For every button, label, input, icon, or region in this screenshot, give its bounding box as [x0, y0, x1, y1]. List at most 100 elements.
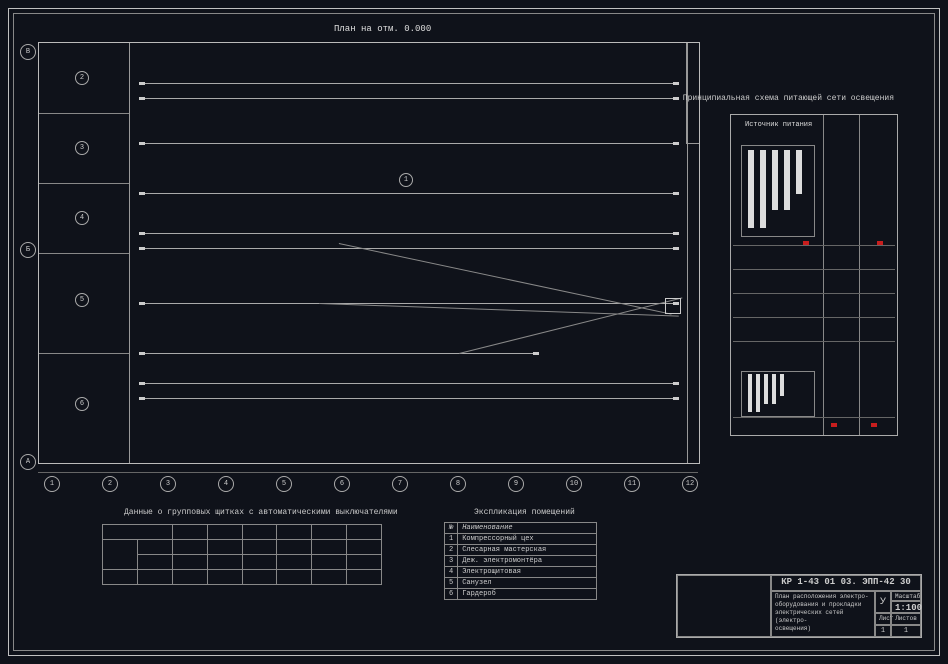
room-no: 6: [445, 589, 458, 600]
floor-plan: 2 3 4 5 6 1: [38, 42, 700, 464]
room-no: 4: [445, 567, 458, 578]
dimension-line: [38, 472, 698, 473]
riser: [772, 374, 776, 404]
scheme-spec-row: [733, 269, 895, 294]
grid-bubble: 7: [392, 476, 408, 492]
rooms-head-no: №: [445, 523, 458, 534]
sheet-label: Лист: [875, 613, 891, 625]
desc-line: План расположения электро-: [775, 593, 869, 600]
grid-numbers-row: 1 2 3 4 5 6 7 8 9 10 11 12: [38, 466, 698, 496]
room-label: 3: [75, 141, 89, 155]
room-no: 5: [445, 578, 458, 589]
scheme-source-label: Источник питания: [745, 121, 812, 129]
rooms-head-name: Наименование: [458, 523, 597, 534]
riser: [780, 374, 784, 396]
feeder-line: [459, 297, 682, 354]
room-name: Слесарная мастерская: [458, 545, 597, 556]
riser: [756, 374, 760, 412]
room-block: 3: [39, 113, 129, 184]
scheme-spec-row: [733, 317, 895, 342]
sheets-no: 1: [891, 625, 921, 637]
grid-bubble: В: [20, 44, 36, 60]
desc-line: освещения): [775, 625, 811, 632]
fault-indicator-icon: [831, 423, 837, 427]
lighting-circuit: [139, 383, 679, 384]
scale-label: Масштаб: [891, 591, 921, 601]
lighting-circuit: [139, 233, 679, 234]
drawing-frame-outer: План на отм. 0.000 2 3 4 5 6: [8, 8, 940, 656]
lighting-circuit: [139, 398, 679, 399]
lighting-panel: [665, 298, 681, 314]
room-name: Санузел: [458, 578, 597, 589]
aux-rooms: 2 3 4 5 6: [39, 43, 130, 463]
riser: [748, 374, 752, 412]
grid-bubble: 1: [44, 476, 60, 492]
room-label-main: 1: [399, 173, 413, 187]
room-block: 4: [39, 183, 129, 254]
grid-bubble: 11: [624, 476, 640, 492]
lighting-circuit: [139, 303, 679, 304]
riser: [748, 150, 754, 228]
room-name: Деж. электромонтёра: [458, 556, 597, 567]
drawing-description: План расположения электро- оборудования …: [771, 591, 875, 637]
room-name: Компрессорный цех: [458, 534, 597, 545]
room-label: 5: [75, 293, 89, 307]
riser: [796, 150, 802, 194]
room-name: Гардероб: [458, 589, 597, 600]
room-no: 2: [445, 545, 458, 556]
scale-value: 1:100: [891, 601, 921, 613]
desc-line: электрических сетей (электро-: [775, 609, 843, 624]
drawing-frame-inner: План на отм. 0.000 2 3 4 5 6: [13, 13, 935, 651]
rooms-table: № Наименование 1Компрессорный цех 2Слеса…: [444, 522, 597, 600]
room-block: 5: [39, 253, 129, 354]
table-row: 3Деж. электромонтёра: [445, 556, 597, 567]
lighting-circuit: [139, 83, 679, 84]
feeder-line: [319, 303, 679, 317]
scheme-block: [741, 371, 815, 417]
table-row: 1Компрессорный цех: [445, 534, 597, 545]
plan-title: План на отм. 0.000: [334, 24, 431, 34]
riser: [760, 150, 766, 228]
drawing-code: КР 1-43 01 03. ЭПП-42 30: [771, 575, 921, 591]
room-label: 4: [75, 211, 89, 225]
scheme-spec-row: [733, 245, 895, 270]
room-label: 2: [75, 71, 89, 85]
shield-table: [102, 524, 382, 585]
room-no: 1: [445, 534, 458, 545]
lighting-circuit: [139, 143, 679, 144]
grid-bubble: 9: [508, 476, 524, 492]
title-block: КР 1-43 01 03. ЭПП-42 30 План расположен…: [676, 574, 922, 638]
desc-line: оборудования и прокладки: [775, 601, 861, 608]
table-row: 5Санузел: [445, 578, 597, 589]
lighting-circuit: [139, 98, 679, 99]
grid-bubble: А: [20, 454, 36, 470]
fault-indicator-icon: [871, 423, 877, 427]
rooms-table-title: Экспликация помещений: [474, 508, 575, 517]
riser: [784, 150, 790, 210]
scheme-spec-row: [733, 293, 895, 318]
grid-bubble: 6: [334, 476, 350, 492]
grid-bubble: 5: [276, 476, 292, 492]
scheme-spec-row: [733, 341, 895, 366]
lighting-circuit: [139, 193, 679, 194]
room-no: 3: [445, 556, 458, 567]
table-row: 2Слесарная мастерская: [445, 545, 597, 556]
table-row: 4Электрощитовая: [445, 567, 597, 578]
sheets-label: Листов: [891, 613, 921, 625]
scheme-block: [741, 145, 815, 237]
grid-bubble: 4: [218, 476, 234, 492]
room-label: 6: [75, 397, 89, 411]
lighting-circuit: [139, 353, 539, 354]
grid-bubble: Б: [20, 242, 36, 258]
grid-bubble: 12: [682, 476, 698, 492]
room-block: 2: [39, 43, 129, 114]
signatures-area: [677, 575, 771, 637]
lighting-circuit: [139, 248, 679, 249]
lighting-scheme: Источник питания: [730, 114, 898, 436]
riser: [764, 374, 768, 404]
letter: У: [875, 591, 891, 613]
sheet-no: 1: [875, 625, 891, 637]
table-row: 6Гардероб: [445, 589, 597, 600]
room-name: Электрощитовая: [458, 567, 597, 578]
room-block: 6: [39, 353, 129, 463]
